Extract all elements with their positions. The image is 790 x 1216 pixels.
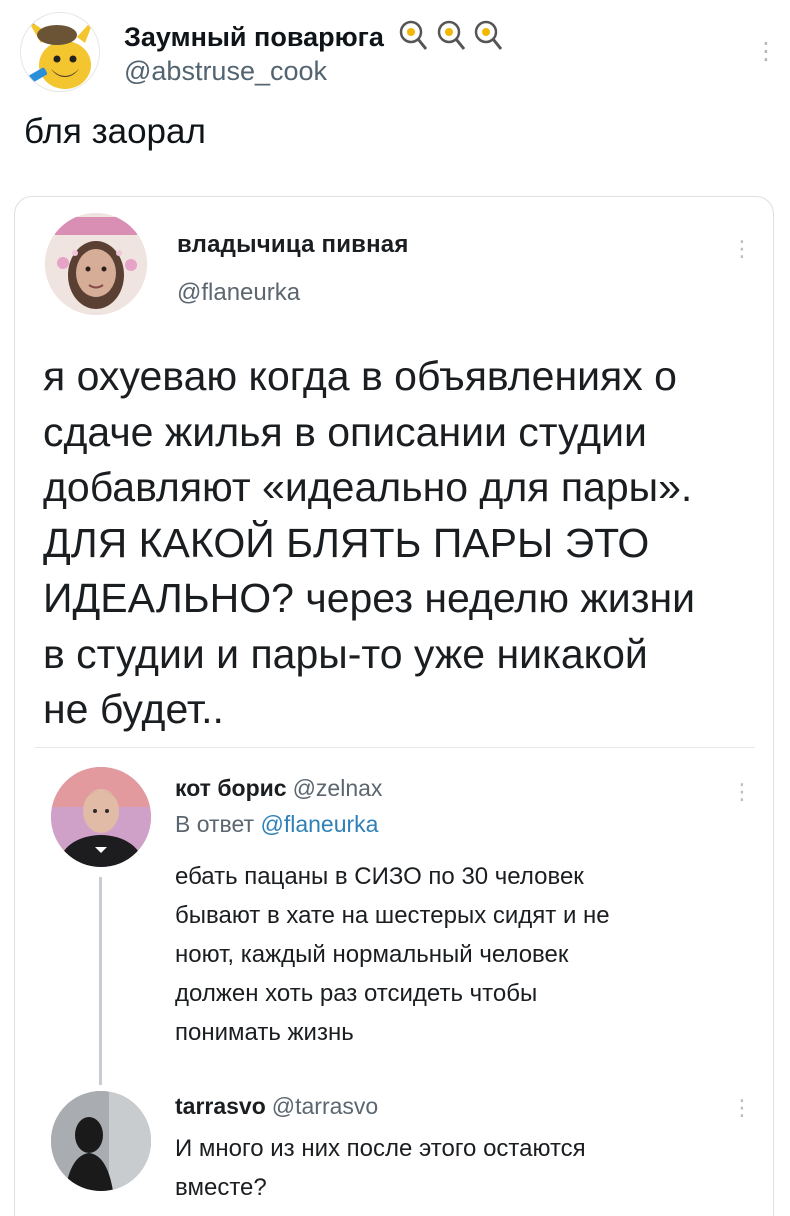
text-line: должен хоть раз отсидеть чтобы xyxy=(175,980,538,1007)
reply-text: И много из них после этого остаются вмес… xyxy=(175,1129,735,1207)
text-line: ебать пацаны в СИЗО по 30 человек xyxy=(175,863,584,890)
tweet-screenshot: Заумный поварюга @abstruse_cook ⋮ бля за… xyxy=(0,0,790,1216)
text-line: в студии и пары-то уже никакой xyxy=(43,630,648,677)
reply-author-name[interactable]: tarrasvo xyxy=(175,1093,266,1119)
reply-author-handle[interactable]: @tarrasvo xyxy=(272,1093,378,1119)
frying-pan-icon xyxy=(437,20,466,50)
more-vertical-icon[interactable]: ⋮ xyxy=(754,32,778,72)
text-line: ДЛЯ КАКОЙ БЛЯТЬ ПАРЫ ЭТО xyxy=(43,519,650,566)
text-line: бывают в хате на шестерых сидят и не xyxy=(175,902,610,929)
quoted-author-name[interactable]: владычица пивная xyxy=(177,231,409,259)
reply-author-avatar[interactable] xyxy=(51,1091,151,1191)
more-vertical-icon[interactable]: ⋮ xyxy=(731,231,753,267)
pikachu-chef-avatar-icon xyxy=(21,13,99,91)
author-handle[interactable]: @abstruse_cook xyxy=(124,56,327,87)
name-emojis xyxy=(399,20,504,57)
text-line: понимать жизнь xyxy=(175,1019,354,1046)
silhouette-avatar-icon xyxy=(51,1091,151,1191)
reply-author-name[interactable]: кот борис xyxy=(175,775,287,801)
divider xyxy=(35,747,755,748)
reply-to-prefix: В ответ xyxy=(175,811,255,837)
quoted-tweet-card[interactable]: владычица пивная @flaneurka ⋮ я охуеваю … xyxy=(14,196,774,1216)
more-vertical-icon[interactable]: ⋮ xyxy=(731,1091,753,1125)
reply-to-handle[interactable]: @flaneurka xyxy=(260,811,378,837)
reply-header: кот борис @zelnax xyxy=(175,775,382,802)
text-line: не будет.. xyxy=(43,686,224,732)
thread-line xyxy=(99,877,102,1085)
reply-author-avatar[interactable] xyxy=(51,767,151,867)
more-vertical-icon[interactable]: ⋮ xyxy=(731,775,753,809)
reply-header: tarrasvo @tarrasvo xyxy=(175,1093,378,1120)
reply-text: ебать пацаны в СИЗО по 30 человек бывают… xyxy=(175,857,735,1052)
quoted-author-avatar[interactable] xyxy=(45,213,147,315)
quoted-tweet-text: я охуеваю когда в объявлениях о сдаче жи… xyxy=(43,349,763,738)
text-line: ИДЕАЛЬНО? через неделю жизни xyxy=(43,575,696,621)
tweet-header: Заумный поварюга @abstruse_cook ⋮ xyxy=(20,12,778,92)
author-name-text: Заумный поварюга xyxy=(124,22,384,52)
portrait-avatar-icon xyxy=(51,767,151,867)
text-line: вместе? xyxy=(175,1174,267,1201)
portrait-avatar-icon xyxy=(45,213,147,315)
frying-pan-icon xyxy=(475,20,503,50)
text-line: сдаче жилья в описании студии xyxy=(43,408,647,455)
reply-author-handle[interactable]: @zelnax xyxy=(293,775,383,801)
tweet-text: бля заорал xyxy=(24,112,206,151)
reply-to-line: В ответ @flaneurka xyxy=(175,811,378,838)
avatar[interactable] xyxy=(20,12,100,92)
text-line: ноют, каждый нормальный человек xyxy=(175,941,569,968)
text-line: я охуеваю когда в объявлениях о xyxy=(43,353,677,399)
quoted-author-handle[interactable]: @flaneurka xyxy=(177,279,300,307)
text-line: И много из них после этого остаются xyxy=(175,1135,586,1162)
author-name[interactable]: Заумный поварюга xyxy=(124,20,504,57)
frying-pan-icon xyxy=(400,20,428,50)
text-line: добавляют «идеально для пары». xyxy=(43,464,693,510)
